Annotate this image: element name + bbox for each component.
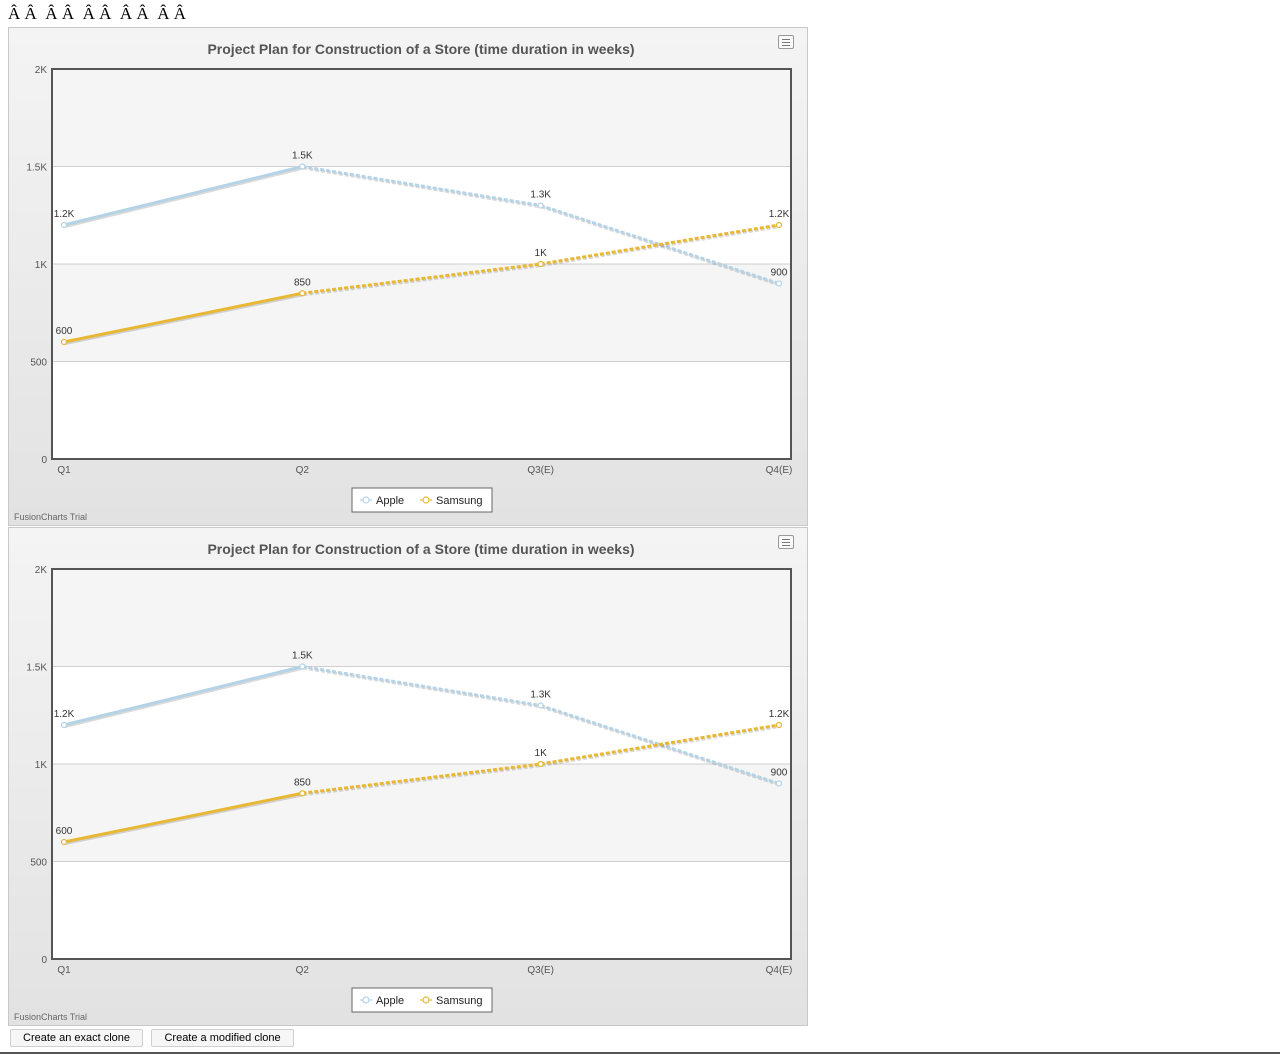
- data-point: [537, 760, 544, 768]
- data-point: [537, 260, 544, 268]
- exact-clone-button[interactable]: Create an exact clone: [10, 1029, 144, 1047]
- data-label: 1.3K: [530, 690, 551, 701]
- y-tick-label: 1.5K: [26, 663, 47, 674]
- legend-marker-icon: [362, 496, 370, 504]
- bottom-divider: [0, 1052, 1280, 1054]
- y-tick-label: 1K: [35, 760, 48, 771]
- y-tick-label: 500: [30, 858, 47, 869]
- line-chart-2: Project Plan for Construction of a Store…: [9, 528, 807, 1025]
- export-menu-icon[interactable]: [778, 535, 794, 549]
- data-label: 1K: [535, 748, 548, 759]
- legend-marker-icon: [422, 996, 430, 1004]
- data-label: 600: [56, 826, 73, 837]
- data-label: 1.2K: [54, 709, 75, 720]
- y-tick-label: 0: [41, 955, 47, 966]
- x-tick-label: Q3(E): [527, 465, 554, 476]
- data-label: 1K: [535, 248, 548, 259]
- data-point: [60, 721, 68, 729]
- y-tick-label: 2K: [35, 65, 48, 76]
- legend-marker-icon: [362, 996, 370, 1004]
- data-point: [775, 780, 783, 787]
- legend-marker-icon: [422, 496, 430, 504]
- chart-title: Project Plan for Construction of a Store…: [207, 41, 634, 57]
- garbled-heading: Â Â Â Â Â Â Â Â Â Â: [8, 4, 187, 23]
- data-label: 600: [56, 326, 73, 337]
- x-tick-label: Q3(E): [527, 965, 554, 976]
- legend-label: Samsung: [436, 995, 482, 1007]
- y-tick-label: 500: [30, 358, 47, 369]
- data-point: [537, 702, 544, 709]
- export-menu-icon[interactable]: [778, 35, 794, 49]
- data-label: 850: [294, 777, 311, 788]
- x-tick-label: Q2: [296, 965, 310, 976]
- watermark-text: FusionCharts Trial: [14, 512, 87, 522]
- data-label: 1.3K: [530, 190, 551, 201]
- chart-container-2: Project Plan for Construction of a Store…: [8, 527, 808, 1026]
- data-point: [60, 338, 68, 346]
- data-point: [299, 290, 306, 297]
- data-point: [299, 790, 306, 797]
- legend: Apple Samsung: [351, 987, 493, 1013]
- y-tick-label: 1K: [35, 260, 48, 271]
- legend-label: Apple: [376, 495, 404, 507]
- x-tick-label: Q1: [57, 965, 71, 976]
- legend-label: Samsung: [436, 495, 482, 507]
- data-point: [60, 838, 68, 846]
- data-point: [299, 663, 306, 670]
- legend-label: Apple: [376, 995, 404, 1007]
- data-label: 900: [771, 768, 788, 779]
- y-tick-label: 0: [41, 455, 47, 466]
- data-label: 1.2K: [54, 209, 75, 220]
- y-tick-label: 1.5K: [26, 163, 47, 174]
- data-label: 850: [294, 277, 311, 288]
- data-label: 1.5K: [292, 651, 313, 662]
- data-point: [537, 202, 544, 209]
- watermark-text: FusionCharts Trial: [14, 1012, 87, 1022]
- data-label: 1.2K: [769, 209, 790, 220]
- data-label: 1.2K: [769, 709, 790, 720]
- x-tick-label: Q4(E): [766, 465, 793, 476]
- data-point: [775, 280, 783, 287]
- modified-clone-button[interactable]: Create a modified clone: [151, 1029, 294, 1047]
- data-point: [775, 721, 783, 729]
- chart-title: Project Plan for Construction of a Store…: [207, 541, 634, 557]
- plot-band: [52, 569, 791, 667]
- line-chart-1: Project Plan for Construction of a Store…: [9, 28, 807, 525]
- legend: Apple Samsung: [351, 487, 493, 513]
- clone-button-bar: Create an exact clone Create a modified …: [10, 1028, 298, 1047]
- data-point: [299, 163, 306, 170]
- y-tick-label: 2K: [35, 565, 48, 576]
- chart-container-1: Project Plan for Construction of a Store…: [8, 27, 808, 526]
- data-point: [60, 221, 68, 229]
- data-label: 900: [771, 268, 788, 279]
- x-tick-label: Q2: [296, 465, 310, 476]
- plot-band: [52, 69, 791, 167]
- x-tick-label: Q1: [57, 465, 71, 476]
- x-tick-label: Q4(E): [766, 965, 793, 976]
- data-point: [775, 221, 783, 229]
- data-label: 1.5K: [292, 151, 313, 162]
